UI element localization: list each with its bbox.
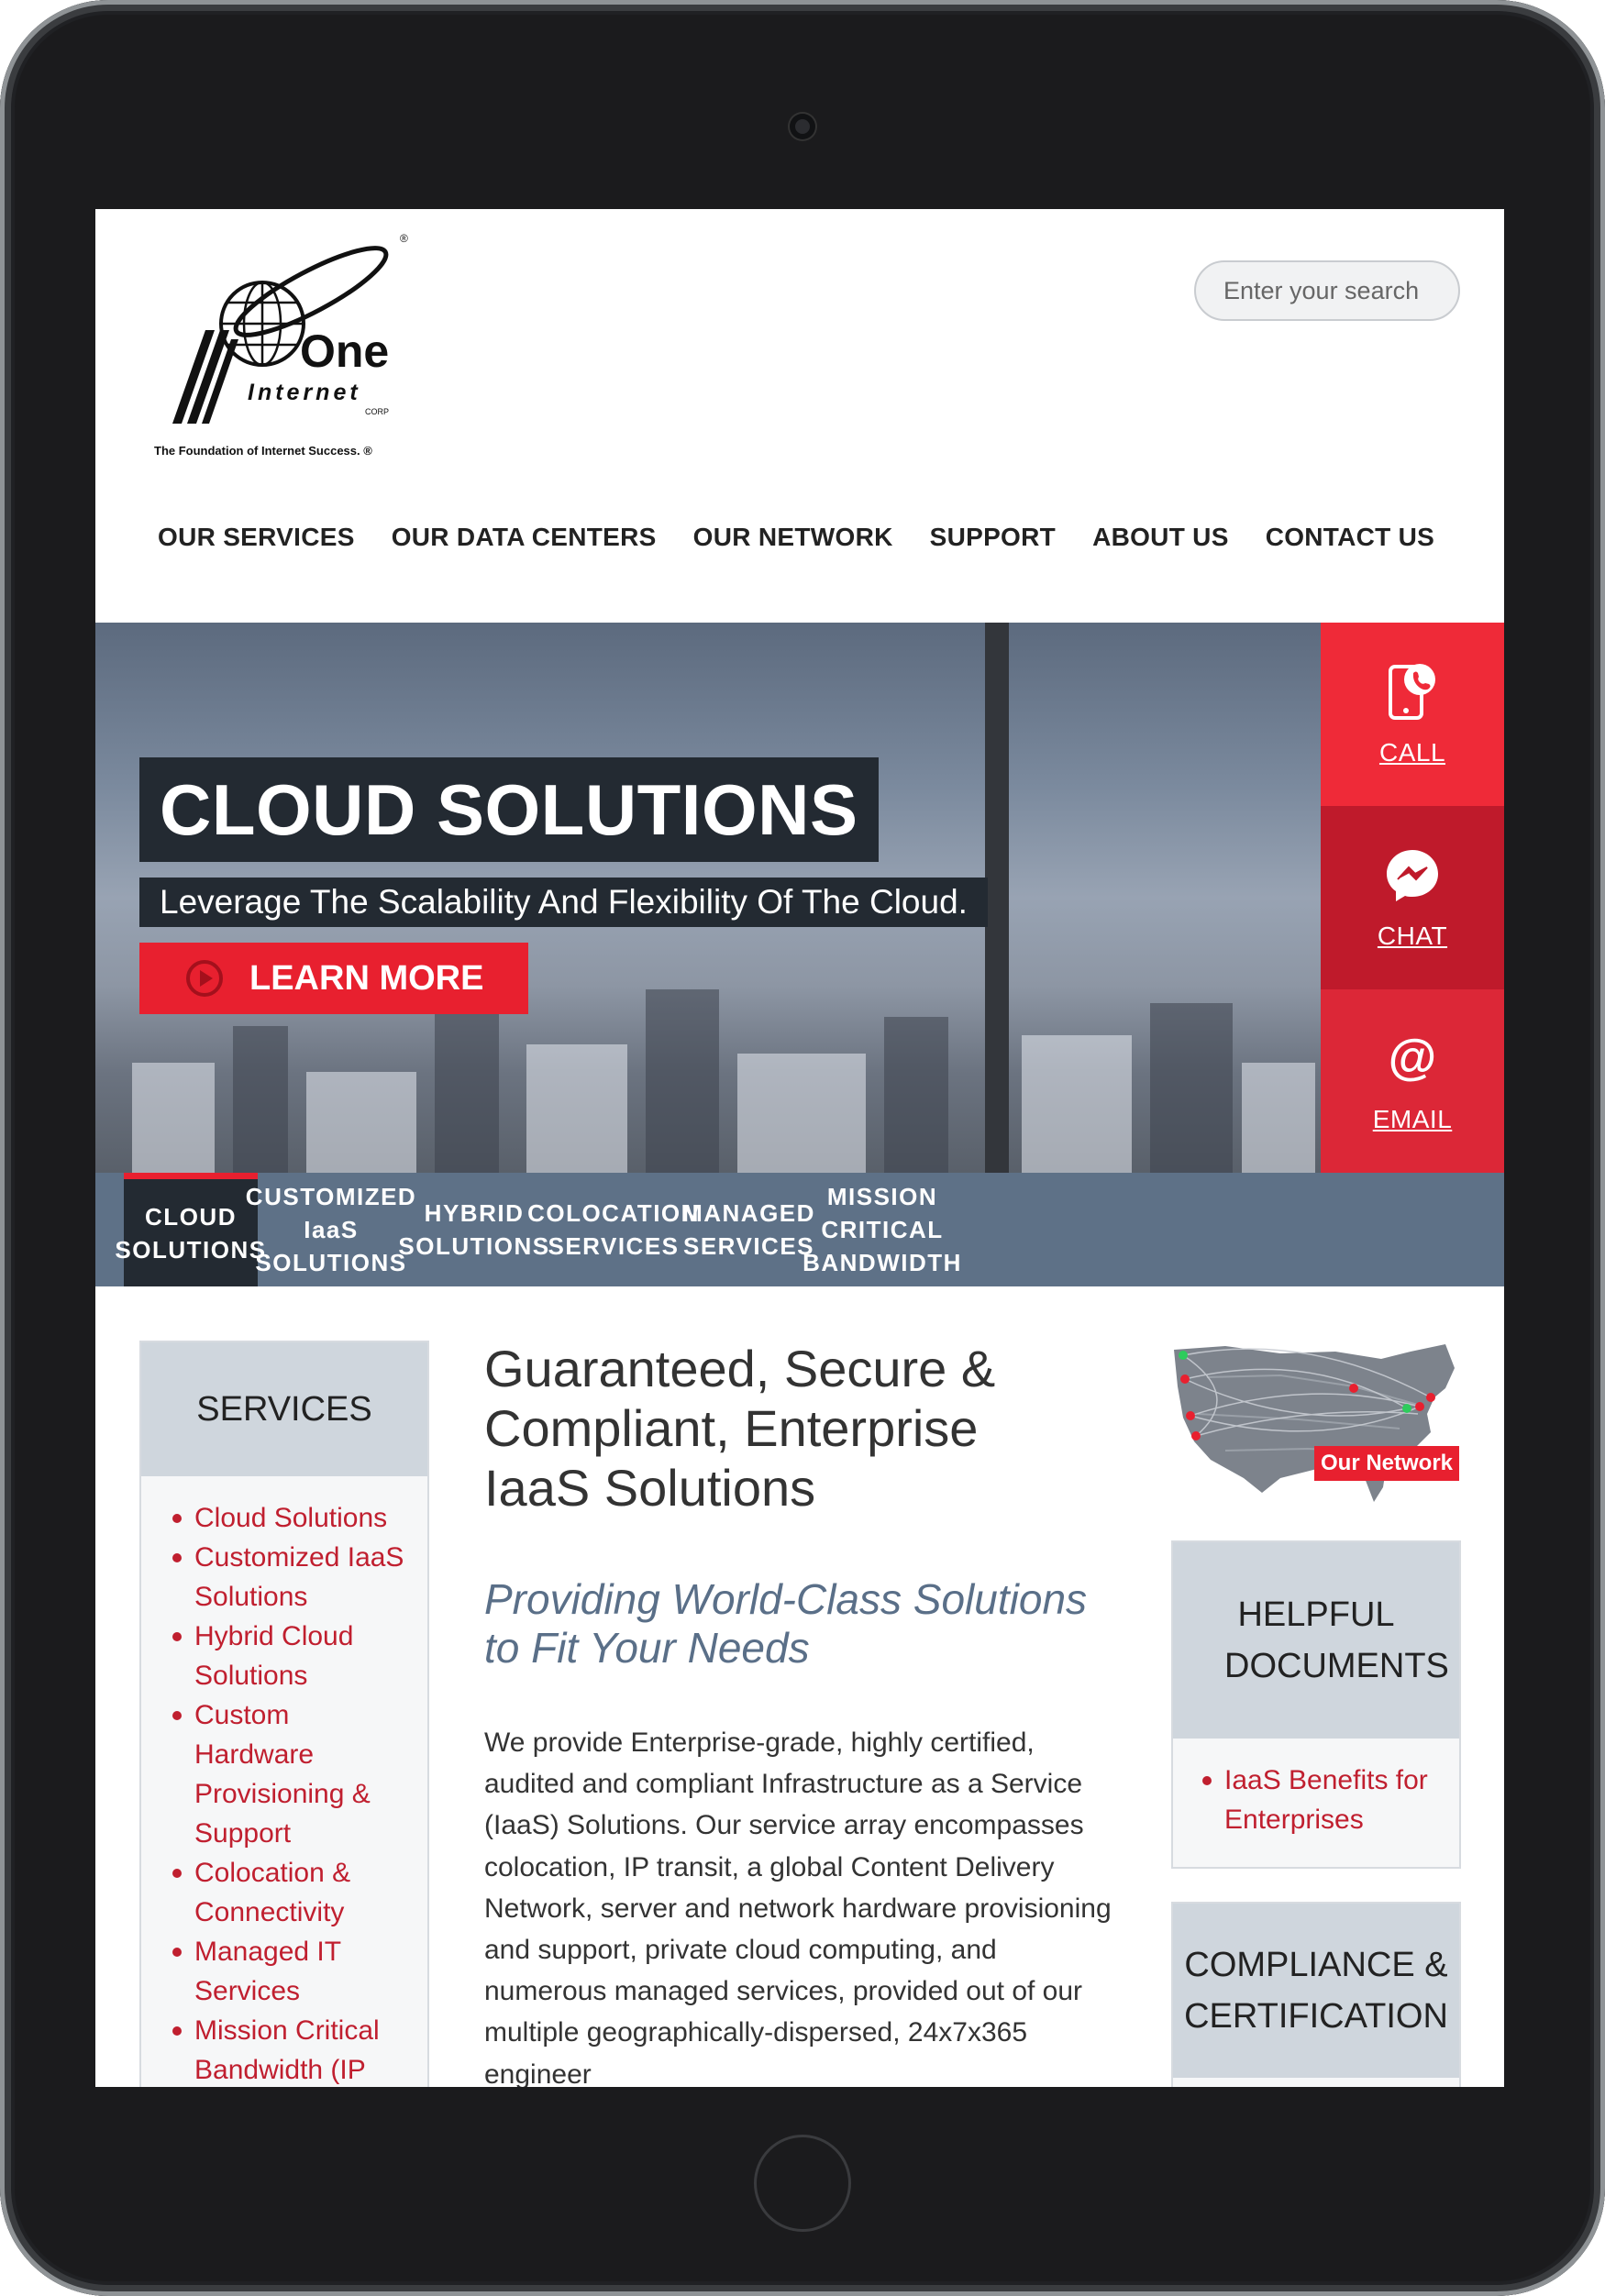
logo-corp: CORP — [365, 407, 389, 416]
hero-subtitle: Leverage The Scalability And Flexibility… — [139, 878, 988, 927]
home-button[interactable] — [754, 2135, 851, 2232]
search-input[interactable] — [1194, 260, 1460, 321]
network-map-image[interactable] — [1170, 1341, 1460, 1524]
sidebar-item-colocation[interactable]: Colocation & Connectivity — [172, 1853, 405, 1932]
nav-our-network[interactable]: OUR NETWORK — [693, 523, 893, 552]
call-button[interactable]: CALL — [1321, 623, 1504, 806]
tab-managed-services[interactable]: MANAGED SERVICES — [682, 1173, 815, 1286]
logo-subtext: Internet — [248, 380, 361, 405]
svg-text:@: @ — [1389, 1030, 1437, 1085]
sidebar-title: SERVICES — [141, 1342, 427, 1476]
our-network-label[interactable]: Our Network — [1314, 1446, 1459, 1481]
call-label: CALL — [1378, 738, 1446, 767]
phone-icon — [1389, 664, 1435, 720]
tab-cloud-solutions[interactable]: CLOUD SOLUTIONS — [115, 1173, 265, 1286]
service-tabs: CLOUD SOLUTIONS CUSTOMIZED IaaS SOLUTIONS … — [95, 1173, 1504, 1286]
sidebar-item-custom-hardware[interactable]: Custom Hardware Provisioning & Support — [172, 1695, 405, 1853]
chat-label: CHAT — [1377, 922, 1448, 950]
window-mullion — [985, 623, 1009, 1173]
intro-paragraph: We provide Enterprise-grade, highly cert… — [484, 1728, 1112, 2087]
email-label: EMAIL — [1372, 1105, 1453, 1133]
hero-title: CLOUD SOLUTIONS — [139, 757, 879, 862]
chat-button[interactable]: CHAT — [1321, 806, 1504, 989]
tab-customized-iaas[interactable]: CUSTOMIZED IaaS SOLUTIONS — [246, 1173, 415, 1286]
nav-contact-us[interactable]: CONTACT US — [1266, 523, 1434, 552]
tab-colocation-services[interactable]: COLOCATION SERVICES — [527, 1173, 698, 1286]
services-sidebar: SERVICES Cloud Solutions Customized IaaS… — [139, 1341, 429, 2087]
camera-icon — [790, 114, 815, 139]
main-nav: OUR SERVICES OUR DATA CENTERS OUR NETWOR… — [158, 523, 1471, 552]
learn-more-label: LEARN MORE — [249, 958, 484, 998]
compliance-title: COMPLIANCE & CERTIFICATION — [1173, 1904, 1459, 2078]
logo-wordmark: One — [300, 326, 389, 377]
sidebar-item-customized-iaas[interactable]: Customized IaaS Solutions — [172, 1538, 405, 1617]
play-circle-icon — [186, 960, 223, 997]
doc-link-iaas-benefits[interactable]: IaaS Benefits for Enterprises — [1202, 1761, 1459, 1839]
nav-our-services[interactable]: OUR SERVICES — [158, 523, 355, 552]
nav-our-data-centers[interactable]: OUR DATA CENTERS — [392, 523, 657, 552]
tab-hybrid-solutions[interactable]: HYBRID SOLUTIONS — [398, 1173, 548, 1286]
learn-more-button[interactable]: LEARN MORE — [139, 943, 528, 1014]
nav-support[interactable]: SUPPORT — [930, 523, 1056, 552]
helpful-documents-panel: HELPFUL DOCUMENTS IaaS Benefits for Ente… — [1171, 1540, 1461, 1869]
nav-about-us[interactable]: ABOUT US — [1092, 523, 1229, 552]
hero-banner: CLOUD SOLUTIONS Leverage The Scalability… — [95, 623, 1321, 1173]
browser-viewport: One Internet CORP The Foundation of Inte… — [95, 209, 1504, 2087]
contact-rail: CALL CHAT @ EMAIL — [1321, 623, 1504, 1173]
company-logo[interactable]: One Internet CORP The Foundation of Inte… — [150, 229, 416, 463]
sidebar-item-hybrid-cloud[interactable]: Hybrid Cloud Solutions — [172, 1617, 405, 1695]
messenger-icon — [1387, 850, 1438, 901]
sidebar-item-managed-it[interactable]: Managed IT Services — [172, 1932, 405, 2011]
page-subheading: Providing World-Class Solutions to Fit Y… — [484, 1575, 1088, 1672]
tab-mission-critical-bandwidth[interactable]: MISSION CRITICAL BANDWIDTH — [802, 1173, 960, 1286]
page-heading: Guaranteed, Secure & Compliant, Enterpri… — [484, 1340, 996, 1517]
compliance-panel: COMPLIANCE & CERTIFICATION — [1171, 1902, 1461, 2087]
sidebar-item-cloud-solutions[interactable]: Cloud Solutions — [172, 1498, 405, 1538]
svg-text:®: ® — [400, 232, 408, 245]
sidebar-item-mission-critical[interactable]: Mission Critical Bandwidth (IP — [172, 2011, 405, 2087]
logo-tagline: The Foundation of Internet Success. ® — [154, 444, 372, 458]
helpful-documents-title: HELPFUL DOCUMENTS — [1173, 1542, 1459, 1739]
email-button[interactable]: @ EMAIL — [1321, 989, 1504, 1173]
at-sign-icon: @ — [1389, 1030, 1437, 1085]
tablet-frame: One Internet CORP The Foundation of Inte… — [0, 0, 1605, 2296]
